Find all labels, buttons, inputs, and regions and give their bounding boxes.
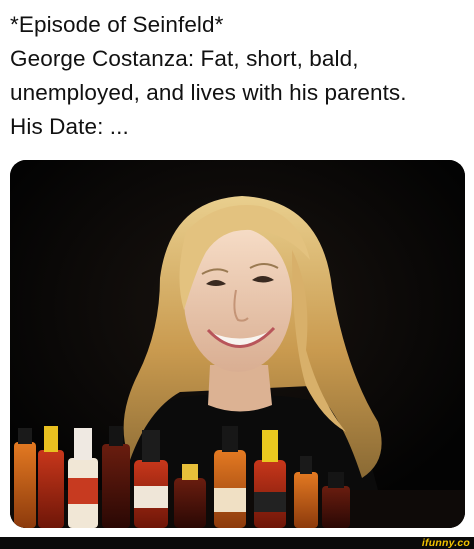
watermark-bar xyxy=(0,537,474,549)
smiling-woman-hot-sauce-photo xyxy=(10,160,465,528)
caption-line-2: George Costanza: Fat, short, bald, xyxy=(10,46,359,71)
meme-photo xyxy=(10,160,465,528)
meme-caption: *Episode of Seinfeld* George Costanza: F… xyxy=(10,8,470,144)
caption-line-3: unemployed, and lives with his parents. xyxy=(10,80,407,105)
caption-line-1: *Episode of Seinfeld* xyxy=(10,12,224,37)
caption-line-4: His Date: ... xyxy=(10,114,129,139)
ifunny-watermark: ifunny.co xyxy=(421,537,470,549)
